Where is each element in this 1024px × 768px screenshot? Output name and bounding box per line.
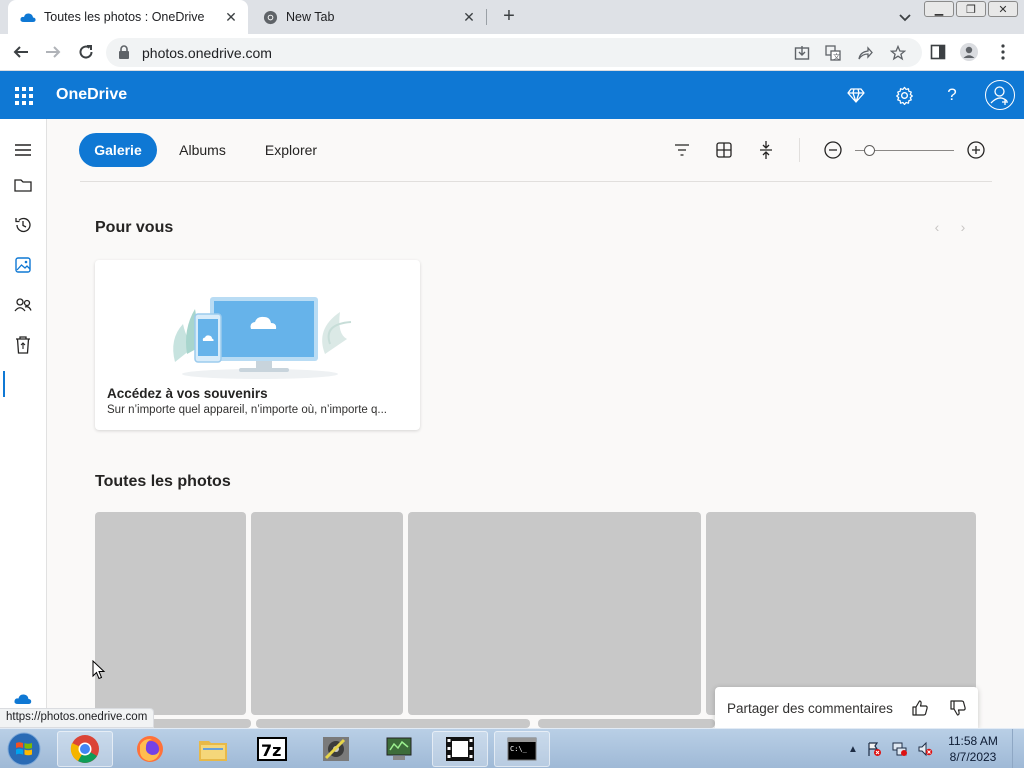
shared-people-icon[interactable]: [13, 295, 33, 315]
taskbar-chrome[interactable]: [57, 731, 113, 767]
address-bar[interactable]: photos.onedrive.com 文: [106, 38, 922, 67]
folder-icon[interactable]: [13, 175, 33, 195]
tab-galerie[interactable]: Galerie: [79, 133, 157, 167]
photo-thumbnail[interactable]: [538, 719, 715, 728]
rail-active-indicator: [3, 371, 5, 397]
chevron-down-icon[interactable]: [896, 8, 914, 26]
tab-new-tab[interactable]: New Tab ✕: [250, 0, 486, 34]
taskbar-7zip[interactable]: 7z: [244, 731, 300, 767]
app-title[interactable]: OneDrive: [56, 86, 127, 104]
install-icon[interactable]: [794, 45, 810, 61]
tab-title: New Tab: [286, 10, 335, 24]
expand-vertical-icon[interactable]: [756, 140, 776, 160]
gear-icon[interactable]: [893, 84, 915, 106]
photo-thumbnail[interactable]: [408, 512, 701, 715]
profile-icon[interactable]: [959, 42, 979, 62]
translate-icon[interactable]: 文: [825, 45, 841, 61]
chevron-right-icon[interactable]: ›: [956, 219, 970, 235]
thumbs-up-icon[interactable]: [910, 698, 930, 718]
network-icon[interactable]: [892, 741, 908, 757]
browser-toolbar: photos.onedrive.com 文: [0, 34, 1024, 71]
left-rail: [0, 119, 47, 728]
onedrive-cloud-icon[interactable]: [14, 693, 32, 705]
photo-thumbnail[interactable]: [256, 719, 530, 728]
premium-diamond-icon[interactable]: [845, 84, 867, 106]
clock-time: 11:58 AM: [948, 734, 998, 748]
restore-button[interactable]: ❐: [956, 1, 986, 17]
reload-icon[interactable]: [76, 42, 96, 62]
card-title: Accédez à vos souvenirs: [107, 386, 268, 401]
section-title-all-photos: Toutes les photos: [95, 473, 231, 490]
photo-thumbnail[interactable]: [251, 512, 403, 715]
feedback-label: Partager des commentaires: [727, 701, 893, 716]
share-icon[interactable]: [857, 45, 873, 61]
taskbar-network-app[interactable]: [371, 731, 427, 767]
app-launcher-icon[interactable]: [15, 87, 33, 105]
svg-text:7z: 7z: [261, 741, 281, 760]
card-subtitle: Sur n’importe quel appareil, n’importe o…: [107, 404, 387, 416]
chevron-left-icon[interactable]: ‹: [930, 219, 944, 235]
star-icon[interactable]: [889, 44, 907, 61]
account-avatar[interactable]: [985, 80, 1015, 110]
minimize-button[interactable]: ▁: [924, 1, 954, 17]
photo-thumbnail[interactable]: [95, 512, 246, 715]
section-title-for-you: Pour vous: [95, 219, 174, 236]
taskbar-command-prompt[interactable]: C:\_: [494, 731, 550, 767]
back-icon[interactable]: [11, 42, 31, 62]
taskbar-clock[interactable]: 11:58 AM 8/7/2023: [940, 733, 1006, 765]
recent-history-icon[interactable]: [13, 215, 33, 235]
svg-text:文: 文: [833, 52, 840, 61]
close-icon[interactable]: ✕: [222, 8, 240, 26]
hamburger-menu-icon[interactable]: [13, 140, 33, 160]
thumbs-down-icon[interactable]: [948, 698, 968, 718]
memories-card[interactable]: Accédez à vos souvenirs Sur n’importe qu…: [95, 260, 420, 430]
photos-icon[interactable]: [13, 255, 33, 275]
tab-albums[interactable]: Albums: [165, 133, 240, 167]
tray-expand-icon[interactable]: ▲: [845, 741, 861, 757]
svg-text:C:\_: C:\_: [510, 745, 528, 753]
layout-grid-icon[interactable]: [714, 140, 734, 160]
taskbar-gear-app[interactable]: [308, 731, 364, 767]
window-controls: ▁ ❐ ✕: [922, 1, 1018, 17]
taskbar-file-explorer[interactable]: [185, 731, 241, 767]
tab-title: Toutes les photos : OneDrive: [44, 10, 205, 24]
zoom-in-icon[interactable]: [966, 140, 986, 160]
forward-icon[interactable]: [43, 42, 63, 62]
close-icon[interactable]: ✕: [460, 8, 478, 26]
tab-onedrive[interactable]: Toutes les photos : OneDrive ✕: [8, 0, 248, 34]
volume-muted-icon[interactable]: [917, 741, 933, 757]
url-text: photos.onedrive.com: [142, 45, 272, 61]
kebab-menu-icon[interactable]: [993, 42, 1013, 62]
pivot-divider: [80, 181, 992, 182]
filter-icon[interactable]: [672, 140, 692, 160]
recycle-bin-icon[interactable]: [13, 335, 33, 355]
devices-illustration: [173, 297, 352, 379]
tab-explorer[interactable]: Explorer: [252, 133, 330, 167]
action-center-flag-icon[interactable]: [866, 741, 882, 757]
lock-icon: [118, 45, 132, 59]
photo-thumbnail[interactable]: [706, 512, 976, 715]
start-button[interactable]: [4, 731, 44, 767]
clock-date: 8/7/2023: [949, 750, 997, 764]
close-window-button[interactable]: ✕: [988, 1, 1018, 17]
link-status-bar: https://photos.onedrive.com: [0, 708, 155, 728]
onedrive-header: OneDrive ?: [0, 71, 1024, 119]
screen: Toutes les photos : OneDrive ✕ New Tab ✕…: [0, 0, 1024, 768]
tab-separator: [486, 9, 487, 25]
new-tab-button[interactable]: +: [498, 6, 520, 28]
taskbar-video-app[interactable]: [432, 731, 488, 767]
browser-tabstrip: Toutes les photos : OneDrive ✕ New Tab ✕…: [0, 0, 1024, 34]
side-panel-icon[interactable]: [928, 42, 948, 62]
onedrive-cloud-icon: [20, 9, 36, 25]
zoom-out-icon[interactable]: [823, 140, 843, 160]
taskbar-firefox[interactable]: [122, 731, 178, 767]
toolbar-separator: [799, 138, 800, 162]
help-icon[interactable]: ?: [941, 84, 963, 106]
feedback-bar: Partager des commentaires: [715, 687, 978, 728]
mouse-cursor-icon: [92, 660, 106, 680]
chrome-icon: [262, 9, 278, 25]
show-desktop-button[interactable]: [1012, 729, 1024, 768]
windows-taskbar: 7z C:\_ ▲ 11:58 AM 8/7/2023: [0, 728, 1024, 768]
